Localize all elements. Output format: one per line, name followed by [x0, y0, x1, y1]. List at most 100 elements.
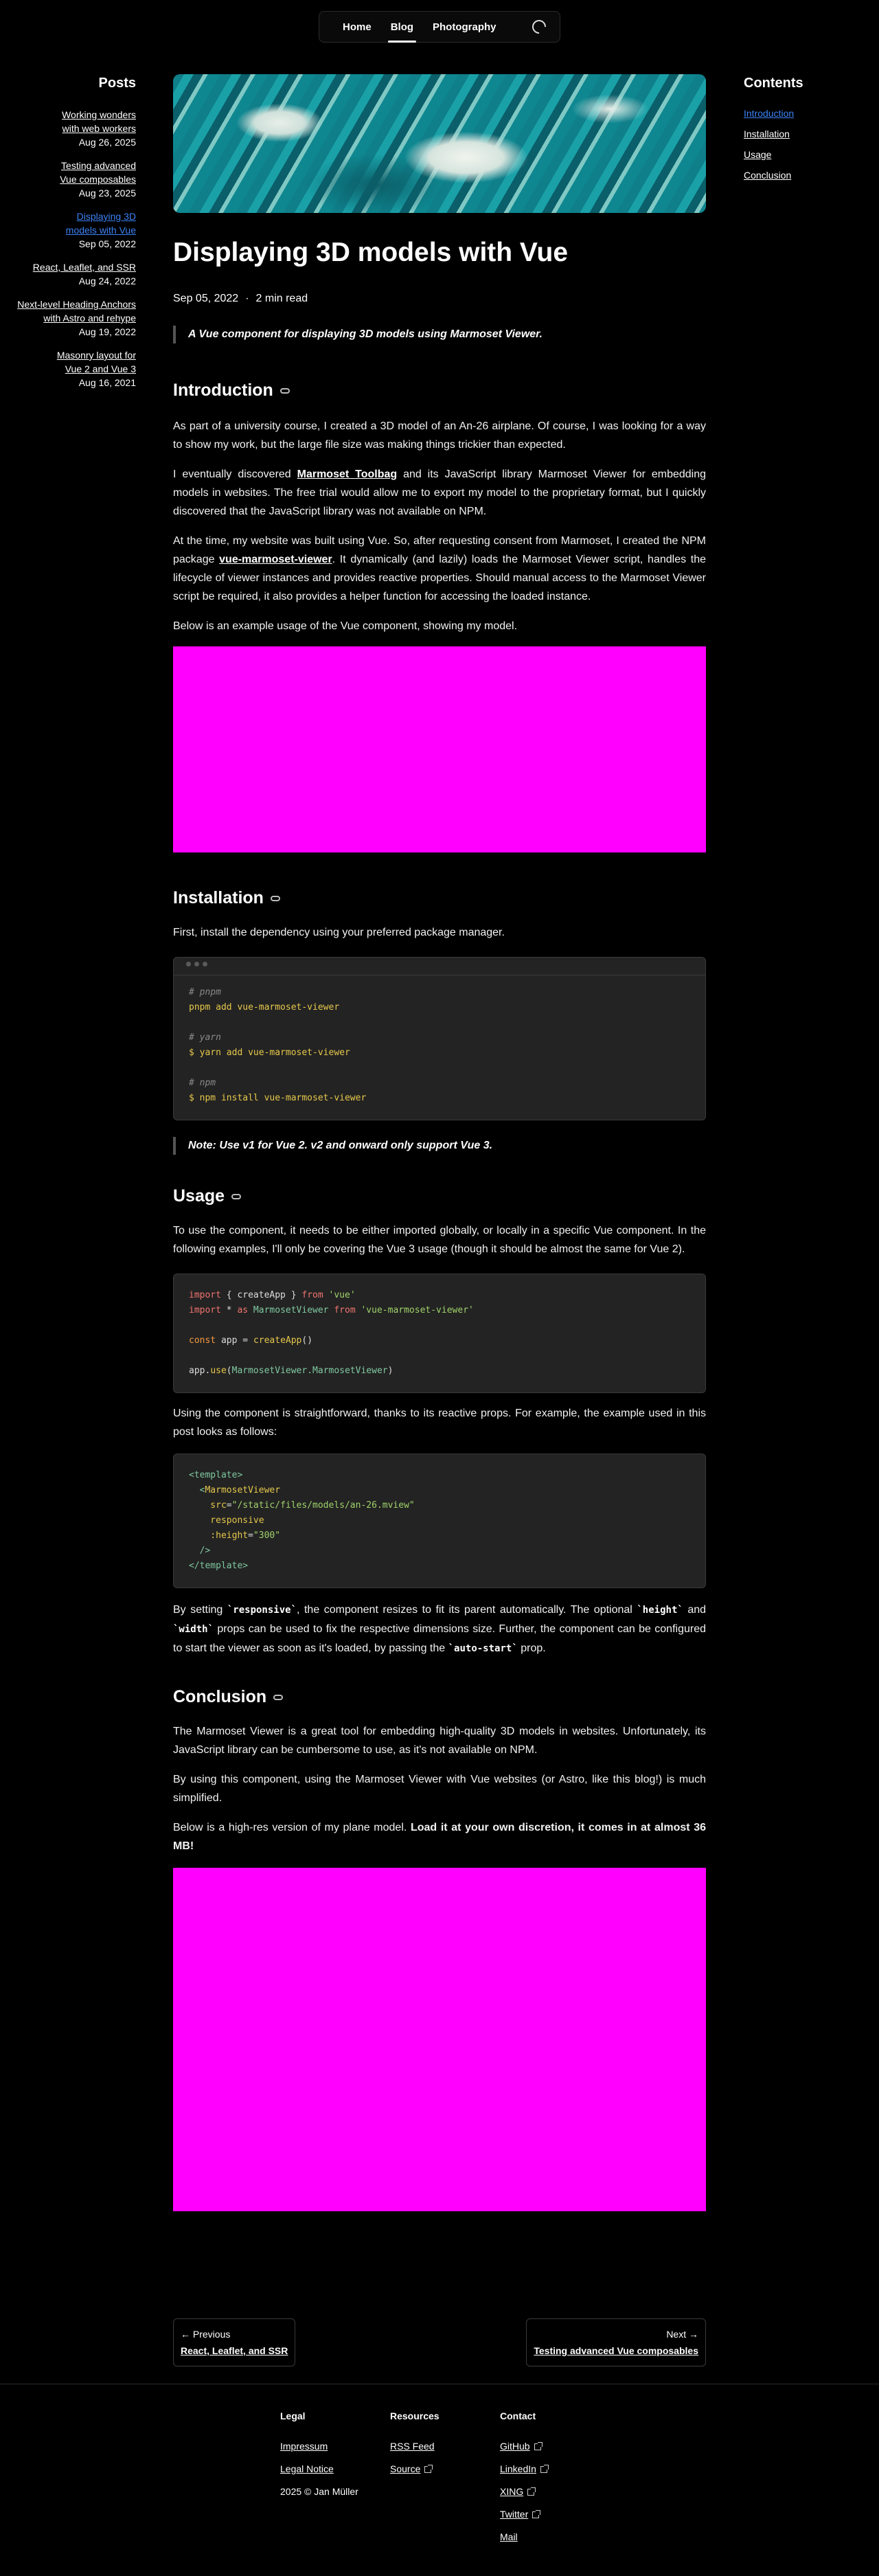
toc-title: Contents	[744, 76, 803, 91]
npm-package-link[interactable]: vue-marmoset-viewer	[219, 554, 332, 565]
post-link[interactable]: Working wonders with web workers	[48, 108, 136, 135]
link-icon[interactable]	[270, 895, 280, 901]
post-item: React, Leaflet, and SSR Aug 24, 2022	[0, 260, 136, 288]
code-window-bar	[174, 958, 705, 975]
link-icon[interactable]	[231, 1193, 242, 1199]
code-line: responsive	[189, 1515, 264, 1526]
code-lines: import { createApp } from 'vue' import * …	[189, 1288, 690, 1379]
external-link-icon	[527, 2487, 536, 2496]
next-label: Next	[666, 2329, 687, 2340]
paragraph: As part of a university course, I create…	[173, 420, 706, 451]
code-line: $ npm install vue-marmoset-viewer	[189, 1093, 367, 1103]
post-link[interactable]: Next-level Heading Anchors with Astro an…	[0, 297, 136, 325]
article-date: Sep 05, 2022	[173, 293, 239, 304]
xing-link[interactable]: XING	[500, 2486, 547, 2497]
external-link-icon	[532, 2510, 541, 2518]
link-text: GitHub	[500, 2441, 530, 2452]
post-date: Sep 05, 2022	[78, 238, 136, 249]
version-note: Note: Use v1 for Vue 2. v2 and onward on…	[173, 1137, 706, 1155]
paragraph: Below is an example usage of the Vue com…	[173, 620, 518, 632]
external-link-icon	[534, 2442, 543, 2450]
paragraph: To use the component, it needs to be eit…	[173, 1225, 706, 1255]
heading-text: Conclusion	[173, 1687, 267, 1706]
marmoset-viewer-embed[interactable]	[173, 646, 706, 852]
toc-link-introduction[interactable]: Introduction	[744, 108, 854, 119]
external-link-icon	[540, 2465, 549, 2473]
mail-link[interactable]: Mail	[500, 2531, 547, 2542]
posts-title: Posts	[98, 76, 136, 91]
text: prop.	[517, 1642, 546, 1654]
code-line: <MarmosetViewer	[189, 1485, 281, 1495]
paragraph: Below is a high-res version of my plane …	[173, 1818, 706, 1855]
toc-link-installation[interactable]: Installation	[744, 128, 854, 139]
meta-separator: ·	[245, 293, 249, 304]
linkedin-link[interactable]: LinkedIn	[500, 2463, 549, 2474]
code-block-install: # pnpm pnpm add vue-marmoset-viewer # yar…	[173, 957, 706, 1120]
post-item: Displaying 3D models with Vue Sep 05, 20…	[0, 210, 136, 251]
heading-usage: Usage	[173, 1186, 706, 1206]
code-line: />	[189, 1546, 211, 1556]
footer-legal: Legal Impressum Legal Notice 2025 © Jan …	[280, 2410, 358, 2498]
article-title: Displaying 3D models with Vue	[173, 238, 569, 267]
nav-photography[interactable]: Photography	[423, 16, 506, 38]
table-of-contents: Contents Introduction Installation Usage…	[744, 76, 854, 190]
post-link[interactable]: Masonry layout for Vue 2 and Vue 3	[48, 348, 136, 376]
code-line: import { createApp } from 'vue'	[189, 1290, 356, 1300]
heading-text: Introduction	[173, 381, 273, 400]
heading-installation: Installation	[173, 888, 706, 908]
nav-blog[interactable]: Blog	[381, 16, 423, 43]
post-link[interactable]: Testing advanced Vue composables	[48, 159, 136, 186]
link-text: LinkedIn	[500, 2463, 536, 2474]
marmoset-toolbag-link[interactable]: Marmoset Toolbag	[297, 468, 398, 480]
next-title: Testing advanced Vue composables	[534, 2345, 698, 2356]
nav-home[interactable]: Home	[333, 16, 381, 38]
github-link[interactable]: GitHub	[500, 2441, 547, 2452]
code-line: # pnpm	[189, 987, 221, 997]
link-icon[interactable]	[273, 1694, 284, 1700]
next-label-row: Next →	[534, 2326, 698, 2342]
code-line: const app = createApp()	[189, 1335, 313, 1346]
text: , the component resizes to fit its paren…	[297, 1604, 637, 1616]
previous-label: Previous	[192, 2329, 231, 2340]
code-line: $ yarn add vue-marmoset-viewer	[189, 1048, 350, 1058]
text: By setting	[173, 1604, 227, 1616]
rss-feed-link[interactable]: RSS Feed	[390, 2441, 440, 2452]
previous-post-button[interactable]: ← Previous React, Leaflet, and SSR	[173, 2318, 296, 2366]
post-date: Aug 19, 2022	[78, 326, 136, 337]
text: props can be used to fix the respective …	[173, 1623, 706, 1654]
inline-code: `auto-start`	[448, 1643, 518, 1654]
footer-heading: Contact	[500, 2410, 536, 2421]
copyright: 2025 © Jan Müller	[280, 2486, 358, 2497]
twitter-link[interactable]: Twitter	[500, 2509, 547, 2520]
marmoset-viewer-embed-hires[interactable]	[173, 1868, 706, 2211]
code-block-template: <template> <MarmosetViewer src="/static/…	[173, 1454, 706, 1588]
theme-toggle-icon[interactable]	[529, 16, 549, 37]
text: Below is a high-res version of my plane …	[173, 1822, 411, 1833]
link-text: XING	[500, 2486, 524, 2497]
post-item: Working wonders with web workers Aug 26,…	[0, 108, 136, 149]
toc-link-usage[interactable]: Usage	[744, 149, 854, 160]
previous-label-row: ← Previous	[181, 2326, 288, 2342]
paragraph: By using this component, using the Marmo…	[173, 1774, 706, 1804]
toc-link-conclusion[interactable]: Conclusion	[744, 170, 854, 181]
paragraph: First, install the dependency using your…	[173, 927, 505, 938]
text: and	[683, 1604, 707, 1616]
impressum-link[interactable]: Impressum	[280, 2441, 358, 2452]
link-icon[interactable]	[279, 387, 290, 394]
paragraph: By setting `responsive`, the component r…	[173, 1601, 706, 1658]
footer-heading: Legal	[280, 2410, 306, 2421]
post-date: Aug 26, 2025	[78, 137, 136, 148]
legal-notice-link[interactable]: Legal Notice	[280, 2463, 358, 2474]
code-line: </template>	[189, 1561, 249, 1571]
next-post-button[interactable]: Next → Testing advanced Vue composables	[526, 2318, 706, 2366]
link-text: Twitter	[500, 2509, 529, 2520]
code-line: pnpm add vue-marmoset-viewer	[189, 1002, 340, 1013]
post-link[interactable]: React, Leaflet, and SSR	[0, 260, 136, 274]
post-pager: ← Previous React, Leaflet, and SSR Next …	[173, 2318, 706, 2366]
source-link[interactable]: Source	[390, 2463, 440, 2474]
window-dot-icon	[203, 962, 207, 967]
code-line: import * as MarmosetViewer from 'vue-mar…	[189, 1305, 474, 1315]
post-link-current[interactable]: Displaying 3D models with Vue	[55, 210, 136, 237]
